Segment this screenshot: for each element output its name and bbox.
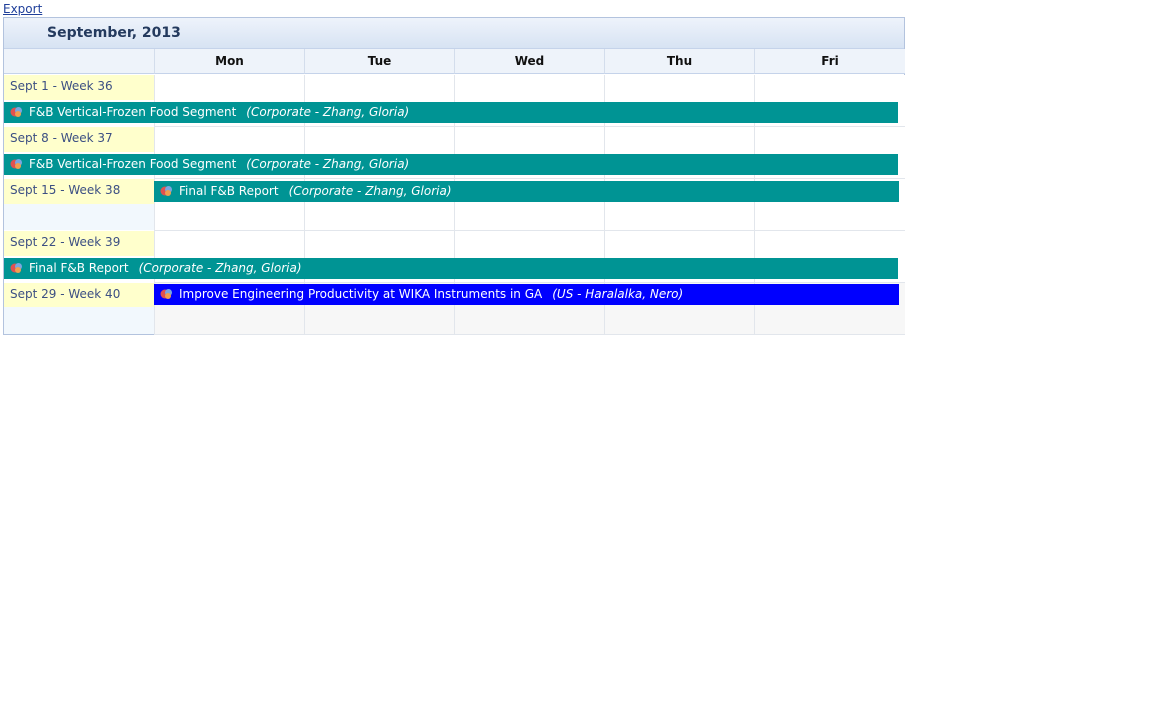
calendar: September, 2013 Mon Tue Wed Thu Fri Sept… [3,17,905,335]
day-header-fri: Fri [754,49,905,74]
week-label: Sept 1 - Week 36 [4,75,154,100]
week-label: Sept 29 - Week 40 [4,283,154,307]
month-title: September, 2013 [47,25,181,41]
event-title: Final F&B Report [29,261,129,275]
calendar-event[interactable]: F&B Vertical-Frozen Food Segment (Corpora… [4,102,898,123]
day-header-tue: Tue [304,49,454,74]
week-label: Sept 22 - Week 39 [4,231,154,256]
event-title: F&B Vertical-Frozen Food Segment [29,157,237,171]
event-owner: (Corporate - Zhang, Gloria) [288,184,452,198]
calendar-event[interactable]: F&B Vertical-Frozen Food Segment (Corpora… [4,154,898,175]
calendar-event[interactable]: Final F&B Report (Corporate - Zhang, Glor… [4,258,898,279]
project-icon [160,289,172,299]
event-title: F&B Vertical-Frozen Food Segment [29,105,237,119]
project-icon [10,107,22,117]
day-header-wed: Wed [454,49,604,74]
export-link[interactable]: Export [3,2,42,16]
project-icon [10,159,22,169]
week-column-header [4,49,154,74]
project-icon [10,263,22,273]
event-owner: (Corporate - Zhang, Gloria) [138,261,302,275]
event-owner: (US - Haralalka, Nero) [552,287,684,301]
project-icon [160,186,172,196]
day-header-mon: Mon [154,49,304,74]
calendar-event[interactable]: Improve Engineering Productivity at WIKA… [154,284,899,305]
day-header-thu: Thu [604,49,754,74]
event-title: Final F&B Report [179,184,279,198]
calendar-event[interactable]: Final F&B Report (Corporate - Zhang, Glor… [154,181,899,202]
event-owner: (Corporate - Zhang, Gloria) [246,105,410,119]
event-title: Improve Engineering Productivity at WIKA… [179,287,543,301]
week-label: Sept 8 - Week 37 [4,127,154,152]
event-owner: (Corporate - Zhang, Gloria) [246,157,410,171]
week-label: Sept 15 - Week 38 [4,179,154,204]
calendar-header: September, 2013 [4,18,904,49]
